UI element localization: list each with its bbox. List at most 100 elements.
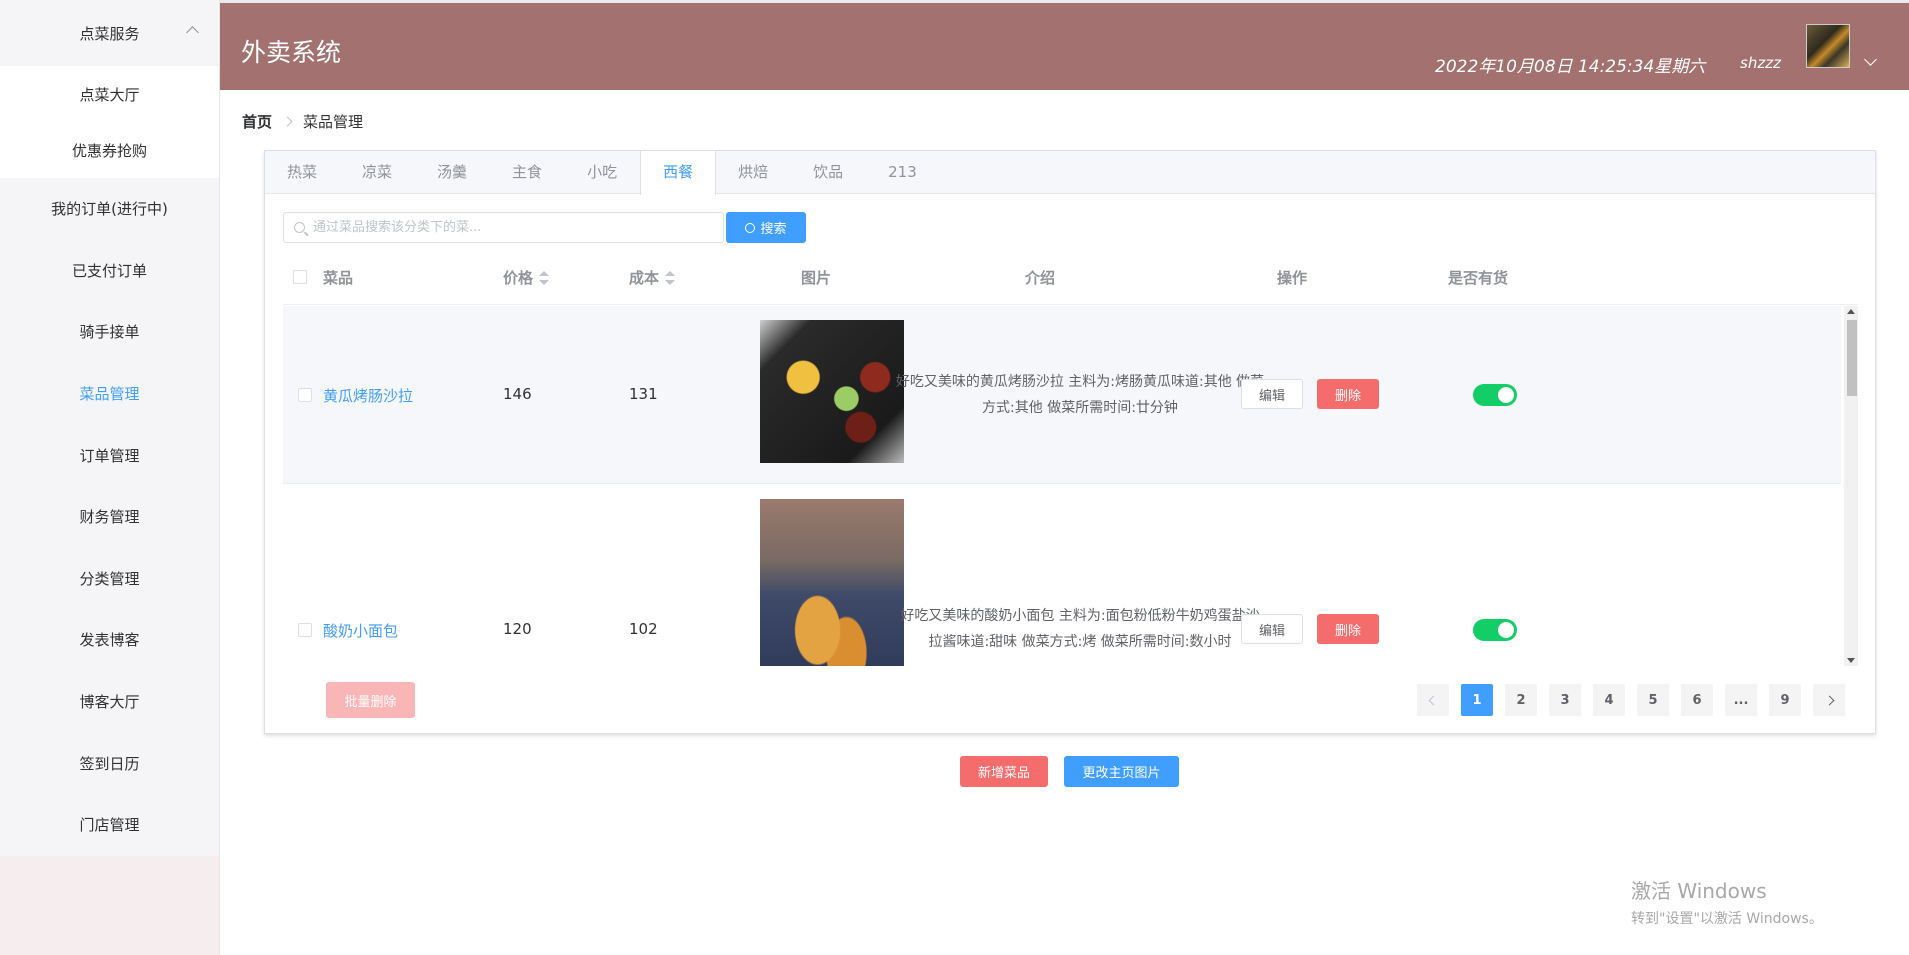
dish-name-link[interactable]: 黄瓜烤肠沙拉 (323, 385, 413, 406)
pagination: 1 2 3 4 5 6 ... 9 (1417, 684, 1845, 716)
table-scrollbar[interactable] (1844, 306, 1858, 666)
search-icon (294, 222, 305, 233)
sidebar-item-coupon-grab[interactable]: 优惠券抢购 (0, 122, 219, 178)
delete-button[interactable]: 删除 (1317, 614, 1379, 644)
tab-snack[interactable]: 小吃 (565, 151, 640, 194)
next-page-button[interactable] (1813, 684, 1845, 716)
row-checkbox[interactable] (298, 388, 312, 402)
search-icon (745, 222, 756, 233)
watermark-subtitle: 转到"设置"以激活 Windows。 (1631, 911, 1823, 927)
in-stock-toggle[interactable] (1473, 619, 1517, 641)
sidebar-item-checkin-calendar[interactable]: 签到日历 (0, 732, 219, 794)
sidebar-item-dish-management[interactable]: 菜品管理 (0, 362, 219, 425)
watermark-title: 激活 Windows (1631, 879, 1767, 903)
chevron-down-icon[interactable] (1864, 53, 1877, 66)
table-row: 黄瓜烤肠沙拉 146 131 好吃又美味的黄瓜烤肠沙拉 主料为:烤肠黄瓜味道:其… (283, 306, 1841, 484)
column-dish: 菜品 (323, 268, 354, 287)
tab-drinks[interactable]: 饮品 (791, 151, 866, 194)
edit-button[interactable]: 编辑 (1241, 614, 1303, 644)
app-title: 外卖系统 (241, 38, 342, 67)
in-stock-toggle[interactable] (1473, 384, 1517, 406)
sidebar-item-category[interactable]: 分类管理 (0, 547, 219, 610)
page-button[interactable]: 4 (1593, 684, 1625, 716)
page-button[interactable]: 3 (1549, 684, 1581, 716)
select-all-checkbox[interactable] (293, 270, 307, 284)
page-button[interactable]: 6 (1681, 684, 1713, 716)
batch-delete-button[interactable]: 批量删除 (326, 682, 415, 718)
sidebar-group-order-service[interactable]: 点菜服务 (0, 0, 219, 66)
page-button[interactable]: 9 (1769, 684, 1801, 716)
sidebar-item-paid-orders[interactable]: 已支付订单 (0, 239, 219, 302)
sidebar-item-my-orders[interactable]: 我的订单(进行中) (0, 178, 219, 240)
scrollbar-thumb[interactable] (1847, 320, 1857, 396)
top-header: 外卖系统 2022年10月08日 14:25:34星期六 shzzz (220, 0, 1909, 90)
dish-image (760, 320, 904, 463)
column-in-stock: 是否有货 (1448, 268, 1509, 287)
sidebar-item-order-management[interactable]: 订单管理 (0, 424, 219, 486)
search-button-label: 搜索 (760, 222, 787, 237)
dish-cost: 102 (629, 620, 658, 638)
breadcrumb-current: 菜品管理 (303, 113, 364, 131)
username: shzzz (1740, 54, 1781, 72)
chevron-right-icon (1824, 695, 1834, 705)
table-row: 酸奶小面包 120 102 好吃又美味的酸奶小面包 主料为:面包粉低粉牛奶鸡蛋盐… (283, 485, 1841, 666)
scroll-down-arrow-icon[interactable] (1847, 658, 1855, 663)
prev-page-button[interactable] (1417, 684, 1449, 716)
more-pages-button[interactable]: ... (1725, 684, 1757, 716)
dish-image (760, 499, 904, 666)
column-intro: 介绍 (1025, 268, 1056, 287)
sort-icon[interactable] (665, 271, 676, 285)
sidebar-item-order-hall[interactable]: 点菜大厅 (0, 66, 219, 122)
change-home-image-button[interactable]: 更改主页图片 (1064, 756, 1179, 787)
column-price[interactable]: 价格 (503, 267, 550, 288)
search-field (283, 212, 724, 243)
tab-soup[interactable]: 汤羹 (415, 151, 490, 194)
delete-button[interactable]: 删除 (1317, 379, 1379, 409)
tab-213[interactable]: 213 (866, 151, 940, 194)
table-header: 菜品 价格 成本 图片 介绍 操作 是否有货 (283, 250, 1858, 305)
sidebar-group-label: 点菜服务 (79, 24, 140, 43)
column-image: 图片 (801, 268, 832, 287)
page-button[interactable]: 2 (1505, 684, 1537, 716)
category-tabs: 热菜 凉菜 汤羹 主食 小吃 西餐 烘焙 饮品 213 (265, 151, 1875, 195)
dish-card: 热菜 凉菜 汤羹 主食 小吃 西餐 烘焙 饮品 213 搜索 菜品 价格 成本 … (264, 150, 1876, 734)
tab-western[interactable]: 西餐 (640, 151, 717, 195)
dish-price: 146 (503, 385, 532, 403)
column-cost-label: 成本 (629, 268, 660, 287)
search-button[interactable]: 搜索 (726, 212, 806, 243)
add-dish-button[interactable]: 新增菜品 (960, 756, 1048, 787)
page-button[interactable]: 1 (1461, 684, 1493, 716)
tab-cold-dish[interactable]: 凉菜 (340, 151, 415, 194)
chevron-up-icon (186, 26, 199, 39)
dish-intro: 好吃又美味的酸奶小面包 主料为:面包粉低粉牛奶鸡蛋盐沙拉酱味道:甜味 做菜方式:… (900, 608, 1260, 650)
column-actions: 操作 (1277, 268, 1308, 287)
breadcrumb-home[interactable]: 首页 (242, 111, 272, 132)
sidebar-item-rider-orders[interactable]: 骑手接单 (0, 301, 219, 363)
sidebar-menu: 点菜服务 点菜大厅 优惠券抢购 我的订单(进行中) 已支付订单 骑手接单 菜品管… (0, 0, 219, 856)
sidebar-item-store-management[interactable]: 门店管理 (0, 793, 219, 856)
current-datetime: 2022年10月08日 14:25:34星期六 (1435, 57, 1706, 77)
sort-icon[interactable] (539, 271, 550, 285)
dish-table: 菜品 价格 成本 图片 介绍 操作 是否有货 黄瓜烤肠沙拉 146 131 好吃… (283, 250, 1858, 666)
sidebar-item-post-blog[interactable]: 发表博客 (0, 609, 219, 671)
bottom-actions: 新增菜品 更改主页图片 (960, 756, 1179, 787)
tab-hot-dish[interactable]: 热菜 (265, 151, 340, 194)
tab-staple[interactable]: 主食 (490, 151, 565, 194)
chevron-left-icon (1428, 695, 1438, 705)
column-cost[interactable]: 成本 (629, 267, 676, 288)
avatar[interactable] (1806, 24, 1850, 68)
search-input[interactable] (313, 220, 713, 235)
dish-intro: 好吃又美味的黄瓜烤肠沙拉 主料为:烤肠黄瓜味道:其他 做菜方式:其他 做菜所需时… (895, 374, 1265, 416)
sidebar-item-blog-hall[interactable]: 博客大厅 (0, 670, 219, 733)
sidebar: 点菜服务 点菜大厅 优惠券抢购 我的订单(进行中) 已支付订单 骑手接单 菜品管… (0, 0, 220, 955)
windows-activation-watermark: 激活 Windows 转到"设置"以激活 Windows。 (1631, 875, 1823, 928)
edit-button[interactable]: 编辑 (1241, 379, 1303, 409)
scroll-up-arrow-icon[interactable] (1847, 309, 1855, 314)
tab-baking[interactable]: 烘焙 (716, 151, 791, 194)
chevron-right-icon (282, 116, 293, 127)
sidebar-item-finance[interactable]: 财务管理 (0, 485, 219, 548)
breadcrumb: 首页 菜品管理 (242, 111, 363, 132)
row-checkbox[interactable] (298, 623, 312, 637)
dish-name-link[interactable]: 酸奶小面包 (323, 620, 398, 641)
page-button[interactable]: 5 (1637, 684, 1669, 716)
